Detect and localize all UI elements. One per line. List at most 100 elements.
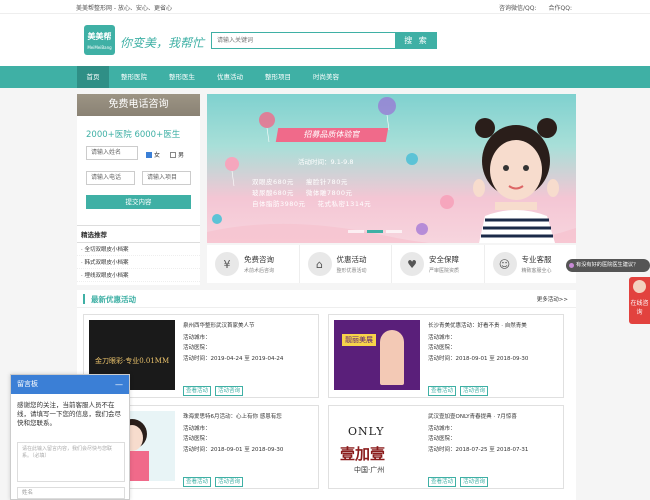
header: 美美帮 MeiMeiBang 你变美，我帮忙 搜 索 — [0, 14, 650, 66]
price-line: 花式私密1314元 — [317, 200, 372, 208]
chat-bubble-icon — [569, 263, 574, 268]
name-input[interactable]: 请输入姓名 — [86, 146, 138, 160]
promo-image[interactable]: 靓丽美展 — [334, 320, 420, 390]
rec-item[interactable]: · 埋线双眼皮小档案 — [77, 269, 200, 282]
search-button[interactable]: 搜 索 — [396, 32, 437, 49]
promo-city: 活动城市： — [183, 334, 211, 341]
banner-title: 招募品质体验官 — [275, 128, 389, 142]
promo-image-text: 壹加壹 — [340, 445, 386, 463]
consult-activity-button[interactable]: 活动咨询 — [215, 477, 244, 487]
contact-qq: 咨询微信/QQ: — [499, 5, 537, 12]
gender-male-radio[interactable]: 男 — [170, 150, 184, 159]
feature-promotions[interactable]: ⌂ 优惠活动 整形优惠活动 — [300, 245, 392, 283]
promo-hospital: 活动医院： — [428, 345, 456, 351]
promo-city: 活动城市： — [428, 334, 456, 341]
promo-date: 活动时间：2019-04-24 至 2019-04-24 — [183, 355, 284, 362]
carousel-dot[interactable] — [386, 230, 402, 233]
promo-image[interactable]: ONLY 壹加壹 中国·广州 — [334, 411, 420, 481]
radio-checked-icon — [146, 151, 152, 158]
hero-banner[interactable]: 招募品质体验官 活动时间：9.1-9.8 双眼皮680元 瘦脸针780元 玻尿酸6… — [207, 94, 576, 243]
feature-strip: ¥ 免费咨询术前术后咨询 ⌂ 优惠活动 整形优惠活动 ♥ 安全保障严审医院资质 ☺… — [207, 245, 576, 283]
feature-title: 免费咨询 — [244, 255, 274, 264]
view-activity-button[interactable]: 查看活动 — [183, 386, 212, 396]
search-input[interactable] — [212, 33, 395, 48]
more-promos-link[interactable]: 更多活动>> — [537, 295, 568, 303]
feature-free-consult[interactable]: ¥ 免费咨询术前术后咨询 — [207, 245, 300, 283]
promo-city: 活动城市： — [183, 425, 211, 432]
rec-item[interactable]: · 韩式双眼皮小档案 — [77, 256, 200, 269]
coop-qq: 合作QQ: — [548, 5, 572, 12]
promo-header: 最新优惠活动 更多活动>> — [77, 290, 576, 308]
promo-image-text: 金刀眼彩·专业0.01MM — [95, 357, 170, 365]
question-pill[interactable]: 有没有好的医院医生建议？ — [566, 259, 650, 272]
message-board-notice: 感谢您的关注，当前客服人员不在线，请填写一下您的信息，我们会尽快和您联系。 — [17, 401, 121, 427]
online-consult-label: 在线咨询 — [630, 300, 649, 316]
carousel-dots — [348, 230, 402, 233]
message-textarea[interactable]: 请在此输入留言内容，我们会尽快与您联系。（必填） — [17, 442, 125, 482]
carousel-dot[interactable] — [348, 230, 364, 233]
question-text: 有没有好的医院医生建议？ — [576, 262, 639, 268]
radio-unchecked-icon — [170, 151, 176, 158]
feature-desc: 术前术后咨询 — [244, 268, 275, 274]
logo-text: 美美帮 — [87, 32, 112, 41]
logo-subtext: MeiMeiBang — [87, 45, 112, 50]
stats-text: 2000+医院 6000+医生 — [86, 130, 181, 140]
promo-card[interactable]: ONLY 壹加壹 中国·广州 武汉壹加壹ONLY青春提典 · 7月惊喜 活动城市… — [328, 405, 564, 489]
banner-model-image — [473, 118, 559, 243]
rec-item[interactable]: · 全切双眼皮小档案 — [77, 243, 200, 256]
nav-doctors[interactable]: 整形医生 — [160, 66, 204, 88]
service-icon: ☺ — [492, 252, 517, 276]
feature-safety[interactable]: ♥ 安全保障严审医院资质 — [392, 245, 485, 283]
consult-activity-button[interactable]: 活动咨询 — [460, 386, 489, 396]
message-board-header[interactable]: 留言板 — — [11, 375, 129, 394]
nav-projects[interactable]: 整形项目 — [256, 66, 300, 88]
top-bar: 美美帮整形网 - 放心、安心、更省心 咨询微信/QQ: 合作QQ: — [0, 0, 650, 14]
site-logo[interactable]: 美美帮 MeiMeiBang — [84, 25, 115, 55]
shield-icon: ♥ — [400, 252, 424, 276]
feature-title: 专业客服 — [521, 255, 552, 264]
promo-title: 最新优惠活动 — [91, 295, 136, 304]
view-activity-button[interactable]: 查看活动 — [428, 386, 457, 396]
promo-hospital: 活动医院： — [183, 345, 211, 351]
project-input[interactable]: 请输入项目 — [142, 171, 191, 185]
consult-activity-button[interactable]: 活动咨询 — [460, 477, 489, 487]
feature-title: 优惠活动 — [336, 255, 367, 264]
gender-female-radio[interactable]: 女 — [146, 150, 160, 159]
main-nav: 首页 整形医院 整形医生 优惠活动 整形项目 时尚美容 — [0, 66, 650, 88]
nav-home[interactable]: 首页 — [77, 66, 109, 88]
price-line: 玻尿酸680元 — [252, 189, 294, 197]
feature-desc: 精致客服全心 — [521, 268, 552, 274]
promo-card-title[interactable]: 武汉壹加壹ONLY青春提典 · 7月惊喜 — [428, 412, 528, 423]
consult-title: 免费电话咨询 — [77, 94, 200, 116]
online-consult-button[interactable]: 在线咨询 — [629, 277, 650, 324]
nav-beauty[interactable]: 时尚美容 — [304, 66, 348, 88]
consult-activity-button[interactable]: 活动咨询 — [215, 386, 244, 396]
carousel-dot-active[interactable] — [367, 230, 383, 233]
view-activity-button[interactable]: 查看活动 — [428, 477, 457, 487]
price-line: 双眼皮680元 — [252, 178, 294, 186]
feature-title: 安全保障 — [429, 255, 459, 264]
price-line: 自体脂肪3980元 — [252, 200, 306, 208]
promo-card-title[interactable]: 泉州西华整形武汉首家美人节 — [183, 321, 283, 332]
male-label: 男 — [178, 152, 185, 159]
nav-hospitals[interactable]: 整形医院 — [112, 66, 156, 88]
promo-card-title[interactable]: 珠海爱思特6月活动：心上有你 感恩有您 — [183, 412, 283, 423]
submit-button[interactable]: 提交内容 — [86, 195, 191, 209]
yen-icon: ¥ — [215, 252, 239, 276]
promo-list: 金刀眼彩·专业0.01MM 泉州西华整形武汉首家美人节 活动城市： 活动医院： … — [77, 308, 576, 500]
view-activity-button[interactable]: 查看活动 — [183, 477, 212, 487]
minimize-icon[interactable]: — — [115, 375, 123, 394]
nav-promotions[interactable]: 优惠活动 — [208, 66, 252, 88]
promo-card-title[interactable]: 长沙青美优惠活动：好看不贵 · 自然青美 — [428, 321, 528, 332]
promo-card[interactable]: 靓丽美展 长沙青美优惠活动：好看不贵 · 自然青美 活动城市： 活动医院： 活动… — [328, 314, 564, 398]
feature-service[interactable]: ☺ 专业客服精致客服全心 — [485, 245, 577, 283]
agent-avatar — [633, 280, 646, 293]
message-board: 留言板 — 感谢您的关注，当前客服人员不在线，请填写一下您的信息，我们会尽快和您… — [10, 374, 130, 500]
female-label: 女 — [154, 152, 161, 159]
name-field[interactable]: 姓名 — [17, 487, 125, 499]
promo-hospital: 活动医院： — [428, 436, 456, 442]
feature-desc: 严审医院资质 — [429, 268, 460, 274]
banner-prices: 双眼皮680元 瘦脸针780元 玻尿酸680元 微体雕7800元 自体脂肪3980元… — [252, 177, 371, 210]
title-accent-bar — [83, 294, 85, 304]
phone-input[interactable]: 请输入电话 — [86, 171, 135, 185]
